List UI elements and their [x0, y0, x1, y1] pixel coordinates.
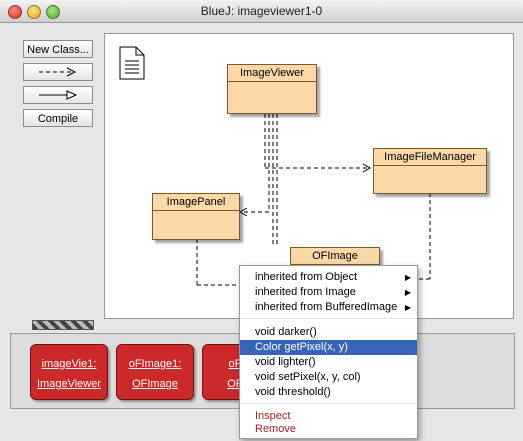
menu-inherited-from-bufferedimage[interactable]: inherited from BufferedImage ▶ — [240, 300, 417, 315]
object-context-menu: inherited from Object ▶ inherited from I… — [239, 265, 418, 439]
class-name: OFImage — [291, 248, 379, 265]
window-title: BlueJ: imageviewer1-0 — [200, 4, 323, 18]
class-name: ImageViewer — [228, 65, 316, 82]
menu-method-darker[interactable]: void darker() — [240, 325, 417, 340]
class-imagepanel[interactable]: ImagePanel — [152, 193, 240, 240]
object-class-name: ImageViewer — [37, 378, 101, 390]
menu-separator — [240, 318, 417, 319]
menu-inherited-from-image[interactable]: inherited from Image ▶ — [240, 285, 417, 300]
menu-separator — [240, 403, 417, 404]
readme-document-icon[interactable] — [119, 46, 145, 85]
class-name: ImageFileManager — [374, 149, 486, 166]
menu-inherited-from-object[interactable]: inherited from Object ▶ — [240, 270, 417, 285]
dependency-arrow-button[interactable] — [23, 63, 93, 81]
object-instance-name: oFImage1: — [128, 358, 182, 370]
submenu-arrow-icon: ▶ — [404, 288, 411, 297]
title-bar[interactable]: BlueJ: imageviewer1-0 — [0, 0, 523, 23]
menu-item-label: inherited from Image — [255, 286, 356, 298]
menu-item-label: inherited from BufferedImage — [255, 301, 398, 313]
submenu-arrow-icon: ▶ — [404, 303, 411, 312]
menu-method-lighter[interactable]: void lighter() — [240, 355, 417, 370]
class-imagefilemanager[interactable]: ImageFileManager — [373, 148, 487, 194]
new-class-button[interactable]: New Class... — [23, 40, 93, 58]
object-instance-name: imageVie1: — [41, 358, 97, 370]
menu-item-label: inherited from Object — [255, 271, 358, 283]
submenu-arrow-icon: ▶ — [404, 273, 411, 282]
machine-activity-indicator — [32, 320, 94, 330]
object-imageviewer1[interactable]: imageVie1: ImageViewer — [30, 344, 108, 400]
inheritance-arrow-button[interactable] — [23, 86, 93, 104]
menu-remove[interactable]: Remove — [240, 422, 417, 437]
object-ofimage1[interactable]: oFImage1: OFImage — [116, 344, 194, 400]
bluej-window: BlueJ: imageviewer1-0 New Class... Compi… — [0, 0, 523, 441]
class-name: ImagePanel — [153, 194, 239, 211]
menu-method-getpixel[interactable]: Color getPixel(x, y) — [240, 340, 417, 355]
class-imageviewer[interactable]: ImageViewer — [227, 64, 317, 114]
object-class-name: OFImage — [132, 378, 178, 390]
hollow-arrow-icon — [39, 90, 78, 100]
menu-method-setpixel[interactable]: void setPixel(x, y, col) — [240, 370, 417, 385]
compile-button[interactable]: Compile — [23, 109, 93, 127]
menu-method-threshold[interactable]: void threshold() — [240, 385, 417, 400]
dashed-arrow-icon — [39, 67, 77, 77]
